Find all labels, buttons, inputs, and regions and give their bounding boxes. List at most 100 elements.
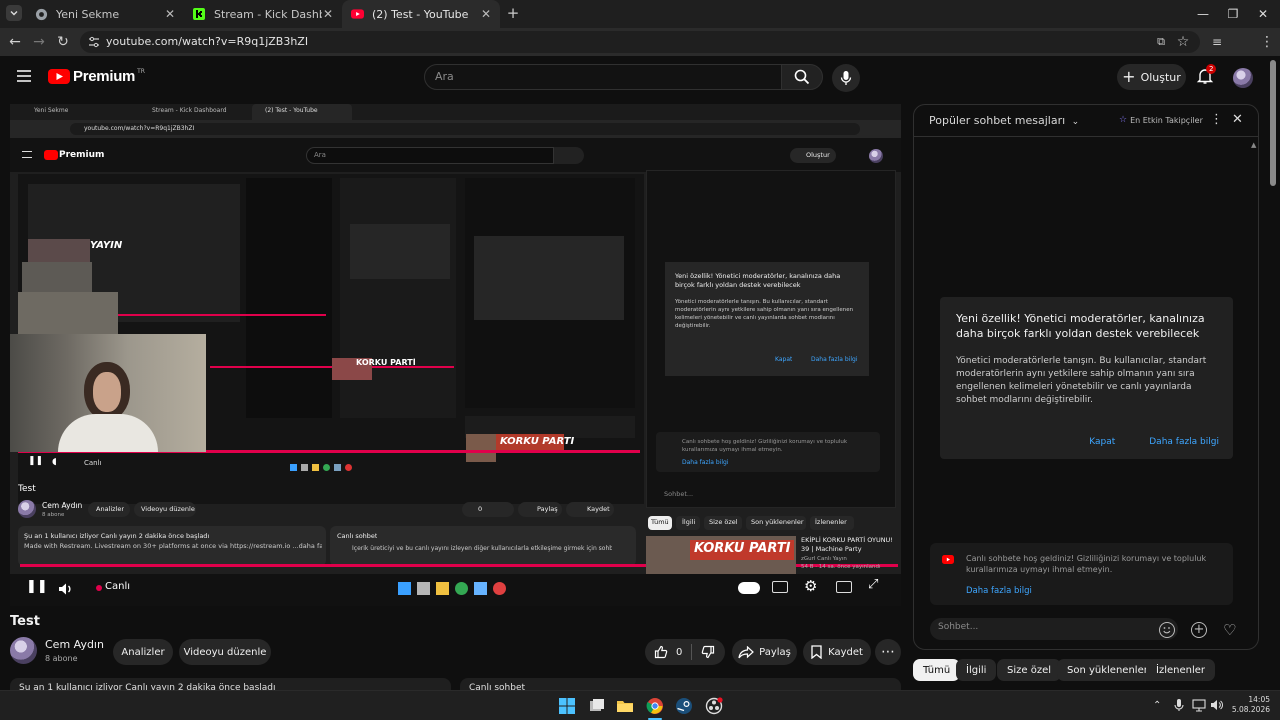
network-icon[interactable] (1192, 698, 1206, 712)
tab-search-button[interactable] (6, 5, 22, 21)
tab-new-tab[interactable]: Yeni Sekme ✕ (26, 0, 184, 28)
captured-logo-text: Premium (59, 150, 105, 160)
microphone-tray-icon[interactable] (1172, 698, 1186, 712)
emoji-icon[interactable] (1159, 622, 1175, 638)
notice-learn-more-button[interactable]: Daha fazla bilgi (1149, 437, 1219, 447)
chat-input[interactable]: Sohbet... (930, 618, 1178, 640)
save-button[interactable]: Kaydet (803, 639, 871, 665)
more-actions-button[interactable]: ⋯ (875, 639, 901, 665)
captured-chat-card-title: Canlı sohbet (337, 532, 378, 540)
welcome-learn-more-link[interactable]: Daha fazla bilgi (966, 586, 1221, 597)
youtube-premium-logo[interactable]: Premium TR (48, 68, 145, 85)
back-icon[interactable]: ← (7, 34, 23, 50)
like-icon[interactable] (654, 645, 668, 659)
settings-gear-icon[interactable]: ⚙ (804, 577, 817, 595)
page-scrollbar-thumb[interactable] (1270, 60, 1276, 186)
video-player[interactable]: Yeni Sekme Stream - Kick Dashboard (2) T… (10, 104, 901, 606)
system-clock[interactable]: 14:05 5.08.2026 (1218, 695, 1270, 715)
miniplayer-icon[interactable] (836, 581, 852, 593)
nested-thumbnail (466, 434, 496, 462)
chip-related[interactable]: İlgili (956, 659, 997, 681)
player-controls: ❚❚ Canlı ⚙ ⤢ (10, 574, 901, 606)
captured-youtube-logo-icon (44, 150, 58, 160)
chat-mode-selector[interactable]: Popüler sohbet mesajları ⌄ (929, 114, 1079, 127)
heart-icon[interactable]: ♡ (1223, 621, 1236, 639)
chrome-taskbar-icon[interactable] (646, 697, 664, 715)
captured-like-button (462, 502, 514, 517)
close-tab-icon[interactable]: ✕ (322, 8, 334, 20)
windows-start-icon[interactable] (558, 697, 576, 715)
menu-dots-icon[interactable]: ⋮ (1259, 34, 1275, 50)
captured-notice-title: Yeni özellik! Yönetici moderatörler, kan… (675, 272, 841, 289)
subscriber-count: 8 abone (45, 654, 78, 663)
reload-icon[interactable]: ↻ (55, 34, 71, 50)
close-tab-icon[interactable]: ✕ (164, 8, 176, 20)
edit-video-label: Videoyu düzenle (183, 646, 267, 658)
new-tab-button[interactable]: + (504, 5, 522, 23)
channel-avatar[interactable] (10, 637, 37, 664)
minimize-button[interactable]: — (1188, 4, 1218, 24)
hamburger-menu-icon[interactable] (16, 69, 32, 83)
edit-video-button[interactable]: Videoyu düzenle (179, 639, 271, 665)
show-hidden-icons[interactable]: ⌃ (1153, 700, 1161, 711)
subtitles-icon[interactable] (772, 581, 788, 593)
live-dot (96, 585, 102, 591)
captured-notice-more: Daha fazla bilgi (811, 356, 858, 363)
clock-date: 5.08.2026 (1231, 705, 1270, 714)
create-button[interactable]: + Oluştur (1117, 64, 1186, 90)
steam-icon[interactable] (675, 697, 693, 715)
file-explorer-icon[interactable] (616, 697, 634, 715)
close-window-button[interactable]: ✕ (1248, 4, 1278, 24)
voice-search-button[interactable] (832, 64, 860, 92)
nested-panel (340, 178, 456, 418)
chat-menu-dots-icon[interactable]: ⋮ (1210, 112, 1223, 127)
media-controls-icon[interactable]: ≡ (1209, 34, 1225, 50)
autoplay-toggle[interactable] (738, 582, 760, 594)
captured-edit-label: Videoyu düzenle (141, 505, 195, 513)
dislike-icon[interactable] (701, 645, 715, 659)
nested-progress-line (118, 314, 326, 316)
microphone-icon (840, 71, 852, 85)
notification-badge: 2 (1206, 64, 1217, 74)
volume-icon[interactable] (58, 582, 74, 596)
chip-recent[interactable]: Son yüklenenler (1057, 659, 1158, 681)
task-view-icon[interactable] (588, 697, 606, 715)
nested-webcam (18, 292, 118, 338)
add-icon[interactable]: + (1191, 622, 1207, 638)
channel-name[interactable]: Cem Aydın (45, 638, 104, 651)
tab-youtube[interactable]: (2) Test - YouTube ✕ (342, 0, 500, 28)
nested-thumb-text: KORKU PARTİ (500, 436, 575, 447)
chat-scrollbar[interactable]: ▲ (1251, 141, 1256, 609)
captured-share-label: Paylaş (537, 505, 558, 513)
captured-tab-strip: Yeni Sekme Stream - Kick Dashboard (2) T… (10, 104, 901, 120)
notice-close-button[interactable]: Kapat (1089, 437, 1115, 447)
analytics-button[interactable]: Analizler (113, 639, 173, 665)
tab-kick-dashboard[interactable]: Stream - Kick Dashboard ✕ (184, 0, 342, 28)
share-button[interactable]: Paylaş (732, 639, 797, 665)
obs-icon[interactable] (705, 697, 723, 715)
chip-for-you[interactable]: Size özel (997, 659, 1062, 681)
forward-icon[interactable]: → (31, 34, 47, 50)
search-button[interactable] (781, 64, 823, 90)
captured-channel-name: Cem Aydın (42, 501, 83, 510)
chip-all[interactable]: Tümü (913, 659, 961, 681)
close-chat-icon[interactable]: ✕ (1232, 112, 1243, 127)
browser-toolbar: ← → ↻ youtube.com/watch?v=R9q1jZB3hZI ⧉ … (0, 28, 1280, 78)
fullscreen-icon[interactable]: ⤢ (868, 577, 878, 592)
captured-notice-close: Kapat (775, 356, 793, 363)
bookmark-star-icon[interactable]: ☆ (1175, 34, 1191, 50)
chip-watched[interactable]: İzlenenler (1146, 659, 1215, 681)
tab-title: Stream - Kick Dashboard (214, 7, 322, 21)
install-app-icon[interactable]: ⧉ (1153, 34, 1169, 50)
search-input[interactable]: Ara (424, 64, 782, 90)
account-avatar[interactable] (1233, 68, 1253, 88)
live-label[interactable]: Canlı (105, 581, 130, 592)
pause-icon[interactable]: ❚❚ (26, 579, 48, 594)
address-bar[interactable]: youtube.com/watch?v=R9q1jZB3hZI (80, 31, 1200, 53)
scroll-up-icon[interactable]: ▲ (1251, 141, 1256, 149)
windows-taskbar: ⌃ 14:05 5.08.2026 (0, 690, 1280, 720)
top-fans-filter[interactable]: ☆ En Etkin Takipçiler (1119, 115, 1203, 125)
site-info-icon (89, 36, 99, 48)
maximize-button[interactable]: ❐ (1218, 4, 1248, 24)
close-tab-icon[interactable]: ✕ (480, 8, 492, 20)
